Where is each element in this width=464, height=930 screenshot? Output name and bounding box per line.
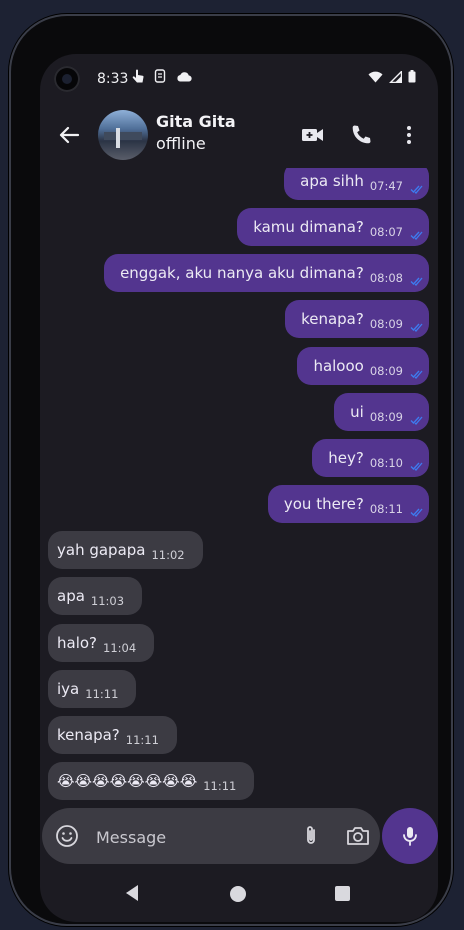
read-check-icon — [410, 462, 423, 471]
read-check-icon — [410, 508, 423, 517]
incoming-message[interactable]: 😭😭😭😭😭😭😭😭 11:11 — [48, 762, 255, 800]
incoming-message[interactable]: iya 11:11 — [48, 670, 137, 708]
battery-icon — [408, 70, 416, 87]
outgoing-message[interactable]: hey? 08:10 — [312, 439, 429, 477]
emoji-icon[interactable] — [54, 823, 80, 849]
input-pill — [42, 808, 380, 864]
message-time: 08:09 — [369, 364, 403, 378]
message-text: apa — [57, 587, 85, 605]
video-call-icon[interactable] — [300, 122, 326, 148]
paperclip-icon[interactable] — [298, 823, 324, 849]
arrow-back-icon[interactable] — [54, 120, 84, 150]
read-check-icon — [410, 416, 423, 425]
front-camera — [54, 66, 80, 92]
message-text: halooo — [313, 357, 364, 375]
message-composer — [40, 808, 438, 864]
nav-home-icon[interactable] — [230, 886, 246, 902]
outgoing-message[interactable]: apa sihh 07:47 — [284, 168, 429, 200]
contact-status: offline — [156, 134, 206, 153]
message-text: 😭😭😭😭😭😭😭😭 — [57, 772, 198, 790]
message-time: 11:02 — [151, 548, 185, 562]
read-check-icon — [410, 277, 423, 286]
mic-button[interactable] — [382, 808, 438, 864]
camera-icon[interactable] — [344, 823, 372, 849]
message-time: 11:11 — [125, 733, 159, 747]
message-text: kamu dimana? — [253, 218, 364, 236]
message-text: apa sihh — [300, 172, 364, 190]
message-list[interactable]: apa sihh 07:47 kamu dimana? 08:07 enggak, … — [40, 168, 438, 804]
incoming-message[interactable]: halo? 11:04 — [48, 624, 155, 662]
incoming-message[interactable]: apa 11:03 — [48, 577, 143, 615]
message-time: 07:47 — [369, 179, 403, 193]
contact-avatar[interactable] — [98, 110, 148, 160]
nav-recents-icon[interactable] — [335, 886, 350, 901]
message-time: 11:04 — [103, 641, 137, 655]
more-vert-icon[interactable] — [396, 122, 422, 148]
contact-name[interactable]: Gita Gita — [156, 112, 236, 131]
outgoing-message[interactable]: you there? 08:11 — [267, 485, 429, 523]
outgoing-message[interactable]: kenapa? 08:09 — [285, 300, 429, 338]
message-time: 08:09 — [369, 410, 403, 424]
read-check-icon — [410, 370, 423, 379]
wifi-icon — [368, 71, 383, 87]
message-text: ui — [350, 403, 364, 421]
outgoing-message[interactable]: enggak, aku nanya aku dimana? 08:08 — [104, 254, 429, 292]
phone-frame: 8:33 Gita Gita offline apa sihh 07:47 ka… — [9, 14, 453, 926]
touch-icon — [132, 69, 144, 88]
outgoing-message[interactable]: halooo 08:09 — [297, 347, 429, 385]
system-nav-bar — [40, 872, 438, 922]
cloud-icon — [176, 71, 192, 86]
signal-icon — [388, 69, 403, 87]
app-screen: 8:33 Gita Gita offline apa sihh 07:47 ka… — [40, 54, 438, 922]
outgoing-message[interactable]: ui 08:09 — [334, 393, 429, 431]
incoming-message[interactable]: yah gapapa 11:02 — [48, 531, 203, 569]
message-text: you there? — [283, 495, 364, 513]
nav-back-icon[interactable] — [124, 884, 140, 906]
phone-icon[interactable] — [348, 122, 374, 148]
read-check-icon — [410, 231, 423, 240]
message-text: halo? — [57, 634, 98, 652]
message-input[interactable] — [94, 822, 278, 852]
chat-header: Gita Gita offline — [40, 104, 438, 168]
outgoing-message[interactable]: kamu dimana? 08:07 — [237, 208, 429, 246]
read-check-icon — [410, 185, 423, 194]
read-check-icon — [410, 323, 423, 332]
message-time: 08:09 — [369, 317, 403, 331]
message-time: 08:11 — [369, 502, 403, 516]
message-time: 08:08 — [369, 271, 403, 285]
message-time: 08:10 — [369, 456, 403, 470]
status-bar: 8:33 — [40, 54, 438, 104]
message-text: kenapa? — [57, 726, 120, 744]
message-text: kenapa? — [301, 310, 364, 328]
message-text: iya — [57, 680, 80, 698]
message-text: hey? — [328, 449, 364, 467]
message-time: 11:03 — [90, 594, 125, 608]
sim-icon — [154, 69, 166, 87]
message-time: 11:11 — [203, 779, 237, 793]
system-icons — [368, 69, 416, 87]
incoming-message[interactable]: kenapa? 11:11 — [48, 716, 177, 754]
message-time: 08:07 — [369, 225, 403, 239]
mic-icon — [403, 827, 417, 846]
status-time: 8:33 — [97, 71, 129, 87]
message-text: enggak, aku nanya aku dimana? — [120, 264, 364, 282]
message-time: 11:11 — [85, 687, 119, 701]
message-text: yah gapapa — [57, 541, 146, 559]
